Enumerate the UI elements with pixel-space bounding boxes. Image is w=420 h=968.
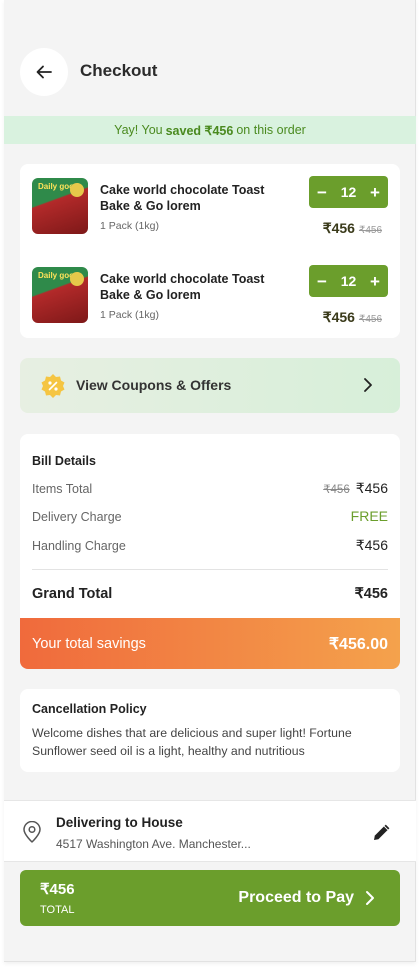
policy-title: Cancellation Policy (32, 702, 147, 716)
product-logo-mark (70, 183, 84, 197)
cancellation-policy: Cancellation Policy Welcome dishes that … (20, 689, 400, 772)
view-coupons-button[interactable]: View Coupons & Offers (20, 358, 400, 413)
quantity-value: 12 (340, 273, 357, 289)
header: Checkout (4, 48, 416, 96)
policy-text: Welcome dishes that are delicious and su… (32, 726, 352, 758)
savings-banner-suffix: on this order (236, 123, 306, 137)
pay-amount: ₹456 (40, 881, 75, 898)
bill-details: Bill Details Items Total ₹456 ₹456 Delive… (20, 434, 400, 618)
savings-banner-prefix: Yay! You (114, 123, 163, 137)
increase-quantity-button[interactable]: + (370, 184, 380, 201)
product-image: Daily good (32, 178, 88, 234)
handling-charge-label: Handling Charge (32, 539, 126, 553)
items-total-label: Items Total (32, 482, 93, 496)
delivery-charge-value: FREE (350, 508, 388, 524)
quantity-stepper: − 12 + (309, 265, 388, 297)
current-price: ₹456 (322, 309, 355, 325)
product-price: ₹456 ₹456 (323, 309, 382, 326)
product-image: Daily good (32, 267, 88, 323)
savings-banner-highlight: saved ₹456 (165, 123, 234, 138)
coupons-label: View Coupons & Offers (76, 377, 232, 393)
grand-total-value: ₹456 (354, 586, 388, 602)
product-pack-size: 1 Pack (1kg) (100, 309, 159, 321)
proceed-to-pay-button[interactable]: ₹456 TOTAL Proceed to Pay (20, 870, 400, 926)
decrease-quantity-button[interactable]: − (317, 273, 327, 290)
pay-total-caption: TOTAL (40, 904, 75, 916)
grand-total-row: Grand Total ₹456 (32, 586, 388, 602)
decrease-quantity-button[interactable]: − (317, 184, 327, 201)
bill-divider (32, 569, 388, 570)
handling-charge-value: ₹456 (355, 537, 388, 553)
delivery-title: Delivering to House (56, 815, 183, 830)
items-total-old: ₹456 (323, 484, 350, 496)
checkout-screen: Checkout Yay! You saved ₹456 on this ord… (4, 0, 416, 962)
pay-label: Proceed to Pay (238, 889, 354, 906)
delivery-charge-row: Delivery Charge FREE (32, 508, 388, 524)
savings-banner: Yay! You saved ₹456 on this order (4, 116, 416, 144)
back-button[interactable] (20, 48, 68, 96)
increase-quantity-button[interactable]: + (370, 273, 380, 290)
location-pin-icon (23, 821, 41, 843)
product-price: ₹456 ₹456 (323, 220, 382, 237)
bill-title: Bill Details (32, 454, 96, 468)
delivery-address: Delivering to House 4517 Washington Ave.… (4, 800, 416, 862)
total-savings-value: ₹456.00 (328, 635, 388, 653)
items-total-value-group: ₹456 ₹456 (323, 480, 388, 497)
page-title: Checkout (80, 61, 158, 80)
original-price: ₹456 (358, 225, 382, 236)
quantity-value: 12 (340, 184, 357, 200)
handling-charge-row: Handling Charge ₹456 (32, 537, 388, 554)
original-price: ₹456 (358, 314, 382, 325)
product-name: Cake world chocolate Toast Bake & Go lor… (100, 272, 265, 302)
cart-item: Daily good Cake world chocolate Toast Ba… (20, 253, 400, 326)
cart-item: Daily good Cake world chocolate Toast Ba… (20, 164, 400, 237)
grand-total-label: Grand Total (32, 586, 113, 602)
product-logo-mark (70, 272, 84, 286)
chevron-right-icon (364, 378, 372, 392)
items-total-value: ₹456 (355, 480, 388, 496)
arrow-left-icon (36, 65, 52, 79)
items-total-row: Items Total ₹456 ₹456 (32, 480, 388, 497)
current-price: ₹456 (322, 220, 355, 236)
total-savings-bar: Your total savings ₹456.00 (20, 618, 400, 669)
product-pack-size: 1 Pack (1kg) (100, 220, 159, 232)
percent-badge-icon (41, 374, 65, 398)
product-name: Cake world chocolate Toast Bake & Go lor… (100, 183, 265, 213)
chevron-right-icon (366, 891, 374, 905)
delivery-address-text: 4517 Washington Ave. Manchester... (56, 837, 251, 851)
cart-list: Daily good Cake world chocolate Toast Ba… (20, 164, 400, 338)
total-savings-label: Your total savings (32, 635, 146, 652)
quantity-stepper: − 12 + (309, 176, 388, 208)
edit-pencil-icon[interactable] (372, 822, 392, 842)
delivery-charge-label: Delivery Charge (32, 510, 122, 524)
